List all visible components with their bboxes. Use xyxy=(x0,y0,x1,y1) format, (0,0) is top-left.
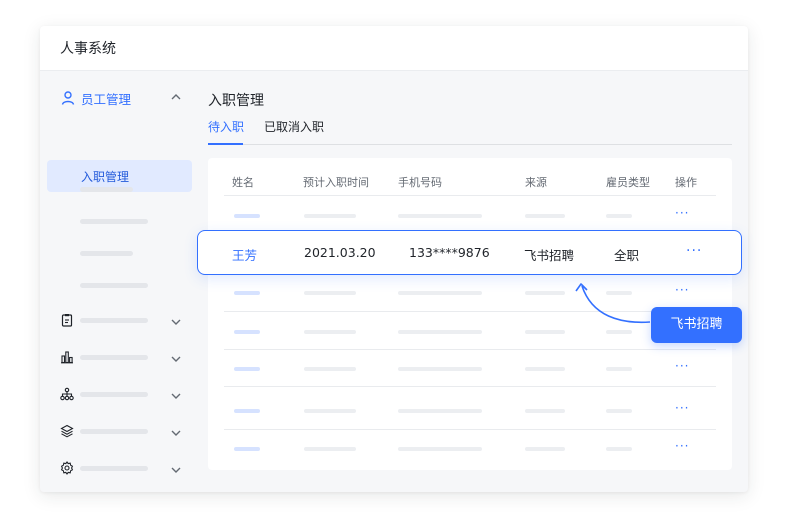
cell-placeholder xyxy=(606,409,632,413)
sidebar-group[interactable] xyxy=(48,384,192,406)
column-header-actions: 操作 xyxy=(675,176,697,189)
cell-placeholder xyxy=(234,330,260,334)
sidebar-group[interactable] xyxy=(48,458,192,480)
org-chart-icon xyxy=(60,387,74,401)
chevron-up-icon[interactable] xyxy=(170,91,182,103)
column-header-source: 来源 xyxy=(525,176,547,189)
user-icon xyxy=(61,91,75,105)
sidebar-group[interactable] xyxy=(48,310,192,332)
cell-placeholder xyxy=(398,330,482,334)
app-title: 人事系统 xyxy=(60,41,116,57)
cell-placeholder xyxy=(606,447,632,451)
cell-placeholder xyxy=(525,330,565,334)
cell-start-date: 2021.03.20 xyxy=(304,245,376,260)
table-row-highlighted[interactable]: 王芳 2021.03.20 133****9876 飞书招聘 全职 ··· xyxy=(197,230,742,275)
sidebar-subitem-placeholder[interactable] xyxy=(80,283,148,288)
more-actions-icon[interactable]: ··· xyxy=(675,439,689,453)
more-actions-icon[interactable]: ··· xyxy=(675,283,689,297)
cell-placeholder xyxy=(606,214,632,218)
chevron-down-icon xyxy=(171,356,181,362)
cell-placeholder xyxy=(525,447,565,451)
column-header-employee-type: 雇员类型 xyxy=(606,176,650,189)
header-divider xyxy=(224,195,716,196)
cell-placeholder xyxy=(304,447,356,451)
cell-placeholder xyxy=(398,214,482,218)
cell-name[interactable]: 王芳 xyxy=(232,245,257,264)
chevron-down-icon xyxy=(171,467,181,473)
cell-placeholder xyxy=(304,409,356,413)
cell-placeholder xyxy=(234,367,260,371)
cell-placeholder xyxy=(398,447,482,451)
cell-placeholder xyxy=(304,291,356,295)
cell-placeholder xyxy=(525,291,565,295)
chevron-down-icon xyxy=(171,319,181,325)
more-actions-icon[interactable]: ··· xyxy=(686,243,702,259)
cell-placeholder xyxy=(234,291,260,295)
tab-pending-onboarding[interactable]: 待入职 xyxy=(208,118,244,135)
bar-chart-icon xyxy=(61,351,73,364)
cell-placeholder xyxy=(234,409,260,413)
column-header-start-date: 预计入职时间 xyxy=(303,176,369,189)
clipboard-icon xyxy=(61,314,73,327)
cell-placeholder xyxy=(234,447,260,451)
sidebar-subitem-placeholder[interactable] xyxy=(80,219,148,224)
cell-placeholder xyxy=(398,291,482,295)
cell-phone: 133****9876 xyxy=(409,245,490,260)
tab-bar: 待入职 已取消入职 xyxy=(208,118,732,145)
chevron-down-icon xyxy=(171,430,181,436)
row-divider xyxy=(224,349,716,350)
row-divider xyxy=(224,386,716,387)
cell-placeholder xyxy=(304,330,356,334)
sidebar-subitem-placeholder[interactable] xyxy=(80,251,133,256)
sidebar: 员工管理 入职管理 xyxy=(40,70,200,492)
cell-placeholder xyxy=(398,409,482,413)
sidebar-item-label: 入职管理 xyxy=(81,170,130,184)
sidebar-group[interactable] xyxy=(48,347,192,369)
cell-source: 飞书招聘 xyxy=(524,248,575,263)
gear-icon xyxy=(60,461,74,475)
source-callout: 飞书招聘 xyxy=(651,307,742,343)
cell-placeholder xyxy=(398,367,482,371)
cell-placeholder xyxy=(304,367,356,371)
column-header-name: 姓名 xyxy=(232,176,254,189)
chevron-down-icon xyxy=(171,393,181,399)
more-actions-icon[interactable]: ··· xyxy=(675,401,689,415)
title-bar: 人事系统 xyxy=(40,26,748,71)
cell-placeholder xyxy=(525,367,565,371)
row-divider xyxy=(224,429,716,430)
column-header-phone: 手机号码 xyxy=(398,176,442,189)
main-content: 入职管理 待入职 已取消入职 姓名 预计入职时间 手机号码 来源 雇员类型 操作… xyxy=(208,70,748,492)
cell-placeholder xyxy=(606,367,632,371)
page-title: 入职管理 xyxy=(208,93,264,109)
more-actions-icon[interactable]: ··· xyxy=(675,359,689,373)
pointer-arrow-icon xyxy=(575,283,651,324)
sidebar-group[interactable] xyxy=(48,421,192,443)
cell-placeholder xyxy=(525,409,565,413)
more-actions-icon[interactable]: ··· xyxy=(675,206,689,220)
sidebar-section-employee-management[interactable]: 员工管理 xyxy=(48,86,192,110)
active-tab-indicator xyxy=(208,143,243,145)
cell-employee-type: 全职 xyxy=(614,248,640,263)
sidebar-section-label: 员工管理 xyxy=(81,92,132,107)
layers-icon xyxy=(60,424,74,438)
tab-cancelled-onboarding[interactable]: 已取消入职 xyxy=(264,118,324,135)
cell-placeholder xyxy=(525,214,565,218)
cell-placeholder xyxy=(234,214,260,218)
sidebar-subitem-placeholder[interactable] xyxy=(80,187,133,192)
cell-placeholder xyxy=(304,214,356,218)
